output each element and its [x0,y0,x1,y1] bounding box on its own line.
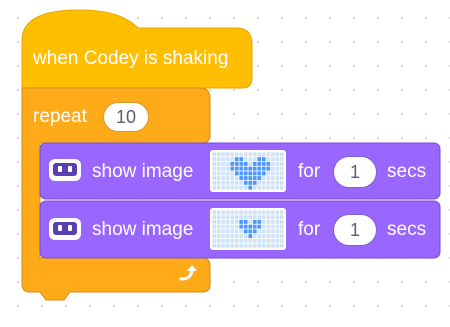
codey-robot-icon [48,216,82,242]
seconds-input-1[interactable]: 1 [333,156,377,188]
for-label-2: for [298,219,321,240]
for-label-1: for [298,161,321,182]
heart-small-pixel-grid [212,210,284,248]
script-canvas: when Codey is shaking repeat 10 show ima… [0,0,450,327]
secs-label-1: secs [387,161,427,182]
repeat-label: repeat [33,106,87,127]
secs-label-2: secs [387,219,427,240]
show-image-label-1: show image [92,161,194,182]
show-image-label-2: show image [92,219,194,240]
loop-arrow-icon [179,265,197,281]
codey-robot-icon [48,157,82,183]
hat-block-label: when Codey is shaking [33,48,229,69]
heart-large-image-input[interactable] [210,150,286,192]
heart-small-image-input[interactable] [210,208,286,250]
repeat-count-input[interactable]: 10 [103,102,149,132]
seconds-input-2[interactable]: 1 [333,214,377,246]
heart-large-pixel-grid [212,152,284,190]
